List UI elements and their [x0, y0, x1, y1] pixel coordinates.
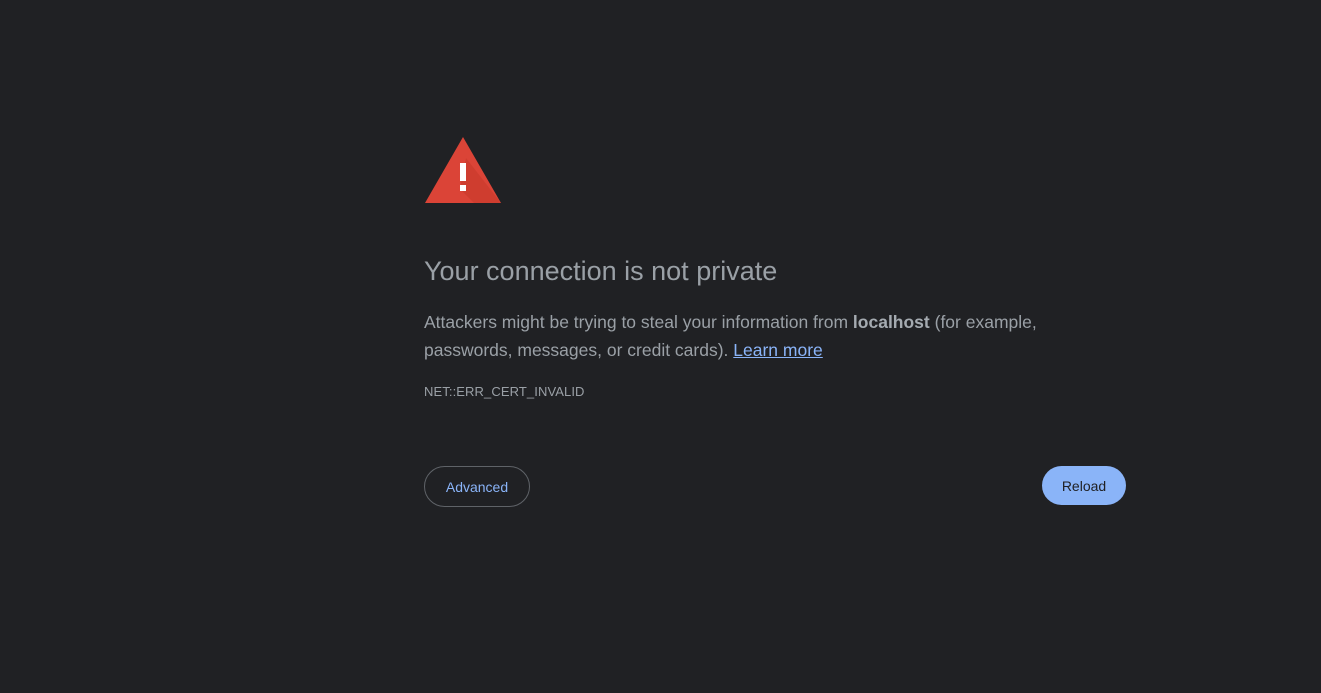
- learn-more-link[interactable]: Learn more: [733, 340, 823, 360]
- warning-triangle-icon: [425, 137, 501, 203]
- button-row: Advanced Reload: [424, 466, 1126, 508]
- interstitial-container: Your connection is not private Attackers…: [424, 136, 1126, 508]
- explanation-text: Attackers might be trying to steal your …: [424, 308, 1126, 364]
- error-code: NET::ERR_CERT_INVALID: [424, 384, 585, 399]
- page-title: Your connection is not private: [424, 256, 778, 286]
- reload-button[interactable]: Reload: [1042, 466, 1126, 505]
- host-name: localhost: [852, 312, 930, 332]
- explanation-prefix: Attackers might be trying to steal your …: [424, 312, 853, 332]
- advanced-button[interactable]: Advanced: [424, 466, 530, 507]
